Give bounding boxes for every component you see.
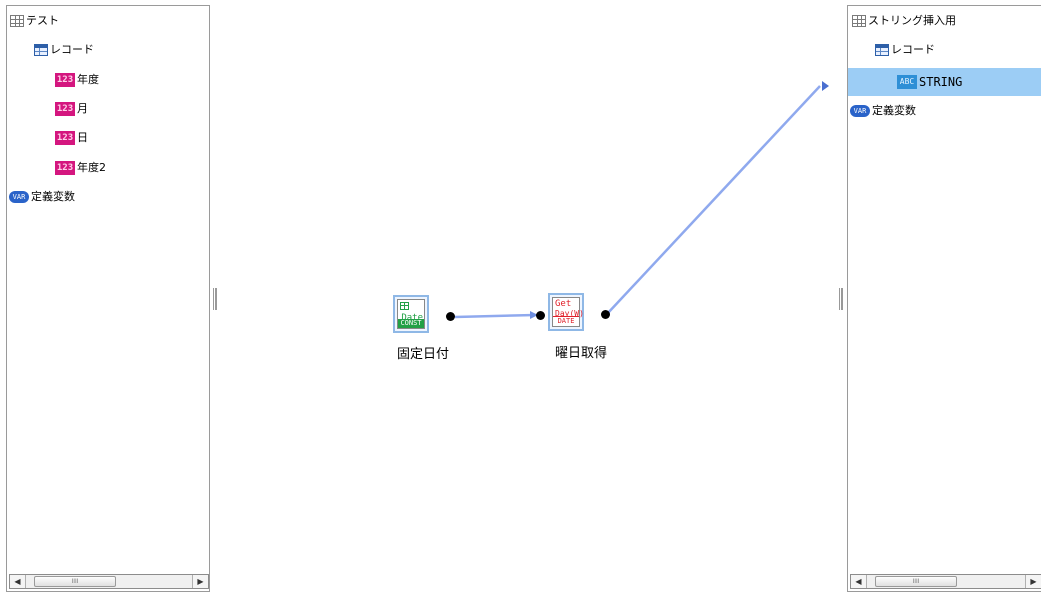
scroll-thumb[interactable]: IIII xyxy=(875,576,957,587)
connector-line-const-to-getday[interactable] xyxy=(454,313,536,319)
node-label-get-day: 曜日取得 xyxy=(555,346,608,361)
tree-item-record[interactable]: レコード xyxy=(875,40,935,60)
scroll-right-button[interactable]: ▶ xyxy=(1025,575,1041,588)
connector-line-getday-to-string[interactable] xyxy=(606,85,821,315)
tree-item-variables[interactable]: VAR 定義変数 xyxy=(850,101,916,121)
string-type-icon: ABC xyxy=(897,75,917,89)
tree-item-label: STRING xyxy=(919,75,963,89)
output-port[interactable] xyxy=(446,312,455,321)
variable-icon: VAR xyxy=(850,105,870,117)
tree-item-string-root[interactable]: ストリング挿入用 xyxy=(852,11,956,31)
arrow-head-icon xyxy=(822,81,829,91)
record-icon xyxy=(875,44,889,56)
target-tree-panel[interactable]: ストリング挿入用 レコード ABC STRING VAR 定義変数 ◀ IIII… xyxy=(847,5,1041,592)
input-port[interactable] xyxy=(536,311,545,320)
node-function-name: Get xyxy=(555,299,572,309)
tree-item-field-string[interactable]: ABC STRING xyxy=(848,68,1041,96)
right-splitter-handle[interactable] xyxy=(839,288,843,310)
get-day-node[interactable]: Get Day(W) DATE xyxy=(548,293,584,331)
const-date-node[interactable]: Date CONST xyxy=(393,295,429,333)
tree-item-label: ストリング挿入用 xyxy=(868,14,956,27)
tree-item-label: レコード xyxy=(891,43,935,56)
output-port[interactable] xyxy=(601,310,610,319)
node-type-tag: CONST xyxy=(398,319,424,328)
node-label-const-date: 固定日付 xyxy=(397,347,450,362)
table-icon xyxy=(852,15,866,27)
node-type-tag: DATE xyxy=(553,316,579,326)
horizontal-scrollbar[interactable]: ◀ IIII ▶ xyxy=(850,574,1041,589)
scroll-left-button[interactable]: ◀ xyxy=(851,575,867,588)
tree-item-label: 定義変数 xyxy=(872,104,916,117)
calendar-icon xyxy=(400,302,409,310)
